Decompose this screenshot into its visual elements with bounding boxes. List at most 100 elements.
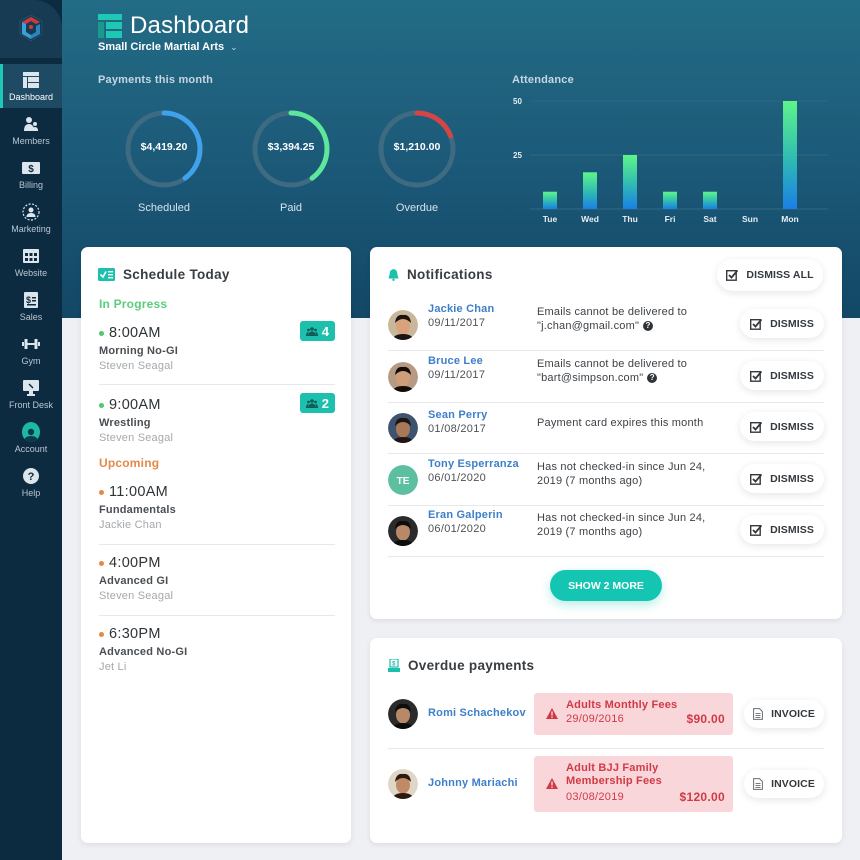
attendance-chart-svg: 25 50 Tue Wed Thu Fri Sat Sun Mon bbox=[513, 97, 828, 224]
class-name: Advanced No-GI bbox=[99, 646, 188, 658]
logo[interactable] bbox=[0, 0, 62, 58]
avatar[interactable] bbox=[388, 310, 418, 340]
schedule-item[interactable]: 11:00AM Fundamentals Jackie Chan bbox=[99, 484, 335, 531]
sidebar-item-account[interactable]: Account bbox=[0, 416, 62, 460]
dismiss-button[interactable]: DISMISS bbox=[740, 464, 824, 493]
organization-selector[interactable]: Small Circle Martial Arts ⌄ bbox=[98, 41, 238, 53]
bar-thu bbox=[623, 155, 637, 209]
sidebar-item-website[interactable]: Website bbox=[0, 240, 62, 284]
help-icon[interactable]: ? bbox=[643, 321, 654, 332]
in-progress-label: In Progress bbox=[99, 297, 168, 311]
sidebar-item-label: Website bbox=[14, 267, 48, 278]
notification-date: 06/01/2020 bbox=[428, 472, 487, 484]
sidebar-item-members[interactable]: Members bbox=[0, 108, 62, 152]
x-tick-label: Fri bbox=[665, 214, 676, 224]
billing-icon: $ bbox=[22, 159, 40, 177]
schedule-item[interactable]: 6:30PM Advanced No-GI Jet Li bbox=[99, 626, 335, 673]
dumbbell-icon bbox=[22, 335, 40, 353]
message-line-1: Has not checked-in since Jun 24, bbox=[537, 512, 706, 524]
sidebar-item-billing[interactable]: $ Billing bbox=[0, 152, 62, 196]
avatar[interactable] bbox=[388, 699, 418, 729]
member-name-link[interactable]: Tony Esperranza bbox=[428, 458, 519, 470]
sidebar-item-front-desk[interactable]: Front Desk bbox=[0, 372, 62, 416]
sidebar-item-label: Members bbox=[12, 135, 50, 146]
status-dot bbox=[99, 489, 104, 495]
checkbox-icon bbox=[750, 473, 763, 485]
avatar[interactable] bbox=[388, 516, 418, 546]
dismiss-button[interactable]: DISMISS bbox=[740, 412, 824, 441]
sidebar-item-label: Marketing bbox=[11, 223, 51, 234]
dismiss-button[interactable]: DISMISS bbox=[740, 515, 824, 544]
chevron-down-icon: ⌄ bbox=[230, 41, 238, 52]
instructor-name: Jackie Chan bbox=[99, 519, 162, 531]
instructor-name: Steven Seagal bbox=[99, 590, 174, 602]
attendee-count-badge[interactable]: 4 bbox=[299, 321, 335, 341]
class-time: 6:30PM bbox=[109, 626, 161, 642]
avatar[interactable] bbox=[388, 362, 418, 392]
avatar[interactable]: TE bbox=[388, 465, 418, 495]
x-tick-label: Thu bbox=[622, 214, 638, 224]
members-icon bbox=[22, 115, 40, 133]
group-icon bbox=[305, 398, 318, 408]
sidebar-item-marketing[interactable]: Marketing bbox=[0, 196, 62, 240]
svg-text:$: $ bbox=[392, 662, 396, 668]
class-name: Fundamentals bbox=[99, 504, 176, 516]
dismiss-button[interactable]: DISMISS bbox=[740, 309, 824, 338]
avatar[interactable] bbox=[388, 769, 418, 799]
account-icon bbox=[22, 421, 40, 442]
svg-text:$: $ bbox=[26, 295, 31, 305]
page-header: Dashboard bbox=[98, 12, 249, 40]
sidebar-item-sales[interactable]: $ Sales bbox=[0, 284, 62, 328]
help-icon[interactable]: ? bbox=[647, 373, 658, 384]
sidebar-item-label: Billing bbox=[18, 179, 43, 190]
message-line-1: Has not checked-in since Jun 24, bbox=[537, 461, 706, 473]
y-tick-label: 50 bbox=[513, 97, 522, 106]
y-tick-label: 25 bbox=[513, 151, 522, 160]
member-name-link[interactable]: Johnny Mariachi bbox=[428, 777, 518, 789]
member-name-link[interactable]: Eran Galperin bbox=[428, 509, 503, 521]
notification-message: Has not checked-in since Jun 24, 2019 (7 … bbox=[537, 511, 727, 539]
member-name-link[interactable]: Jackie Chan bbox=[428, 303, 494, 315]
dismiss-button[interactable]: DISMISS bbox=[740, 361, 824, 390]
member-name-link[interactable]: Bruce Lee bbox=[428, 355, 483, 367]
overdue-payment-item: Johnny Mariachi Adult BJJ Family Membersh… bbox=[388, 756, 824, 812]
notification-message: Emails cannot be delivered to "j.chan@gma… bbox=[537, 305, 727, 333]
fee-description: Adult BJJ Family Membership Fees bbox=[566, 762, 662, 787]
message-line-2: 2019 (7 months ago) bbox=[537, 526, 643, 538]
notification-item: TE Tony Esperranza 06/01/2020 Has not check… bbox=[388, 454, 824, 506]
attendance-chart: 25 50 Tue Wed Thu Fri Sat Sun Mon bbox=[510, 92, 840, 227]
invoice-button[interactable]: INVOICE bbox=[744, 770, 824, 798]
status-dot bbox=[99, 560, 104, 566]
avatar[interactable] bbox=[388, 413, 418, 443]
document-icon bbox=[753, 708, 763, 720]
sidebar-item-gym[interactable]: Gym bbox=[0, 328, 62, 372]
x-tick-label: Sun bbox=[742, 214, 758, 224]
class-name: Wrestling bbox=[99, 417, 151, 429]
instructor-name: Jet Li bbox=[99, 661, 127, 673]
attendance-label: Attendance bbox=[512, 74, 574, 86]
overdue-details: Adults Monthly Fees 29/09/2016 $90.00 bbox=[534, 693, 733, 735]
dismiss-all-button[interactable]: DISMISS ALL bbox=[717, 259, 823, 291]
status-dot bbox=[99, 330, 104, 336]
member-name-link[interactable]: Romi Schachekov bbox=[428, 707, 526, 719]
show-more-button[interactable]: SHOW 2 MORE bbox=[550, 570, 662, 601]
payment-label: Scheduled bbox=[138, 202, 190, 214]
invoice-label: INVOICE bbox=[771, 708, 815, 720]
message-line-1: Emails cannot be delivered to bbox=[537, 358, 688, 370]
invoice-button[interactable]: INVOICE bbox=[744, 700, 824, 728]
attendee-count-badge[interactable]: 2 bbox=[299, 393, 335, 413]
group-icon bbox=[305, 326, 318, 336]
sidebar-item-dashboard[interactable]: Dashboard bbox=[0, 64, 62, 108]
message-line-2: "bart@simpson.com" bbox=[537, 372, 644, 384]
schedule-item[interactable]: 9:00AM Wrestling Steven Seagal 2 bbox=[99, 393, 335, 444]
sidebar-item-help[interactable]: ? Help bbox=[0, 460, 62, 504]
payment-amount: $3,394.25 bbox=[267, 141, 315, 153]
overdue-title-text: Overdue payments bbox=[408, 658, 535, 673]
member-name-link[interactable]: Sean Perry bbox=[428, 409, 487, 421]
schedule-item[interactable]: 8:00AM Morning No-GI Steven Seagal 4 bbox=[99, 321, 335, 372]
notification-item: Bruce Lee 09/11/2017 Emails cannot be deli… bbox=[388, 351, 824, 403]
sidebar-item-label: Sales bbox=[19, 311, 43, 322]
schedule-item[interactable]: 4:00PM Advanced GI Steven Seagal bbox=[99, 555, 335, 602]
dismiss-label: DISMISS bbox=[770, 523, 814, 536]
notifications-title: Notifications bbox=[388, 267, 493, 282]
